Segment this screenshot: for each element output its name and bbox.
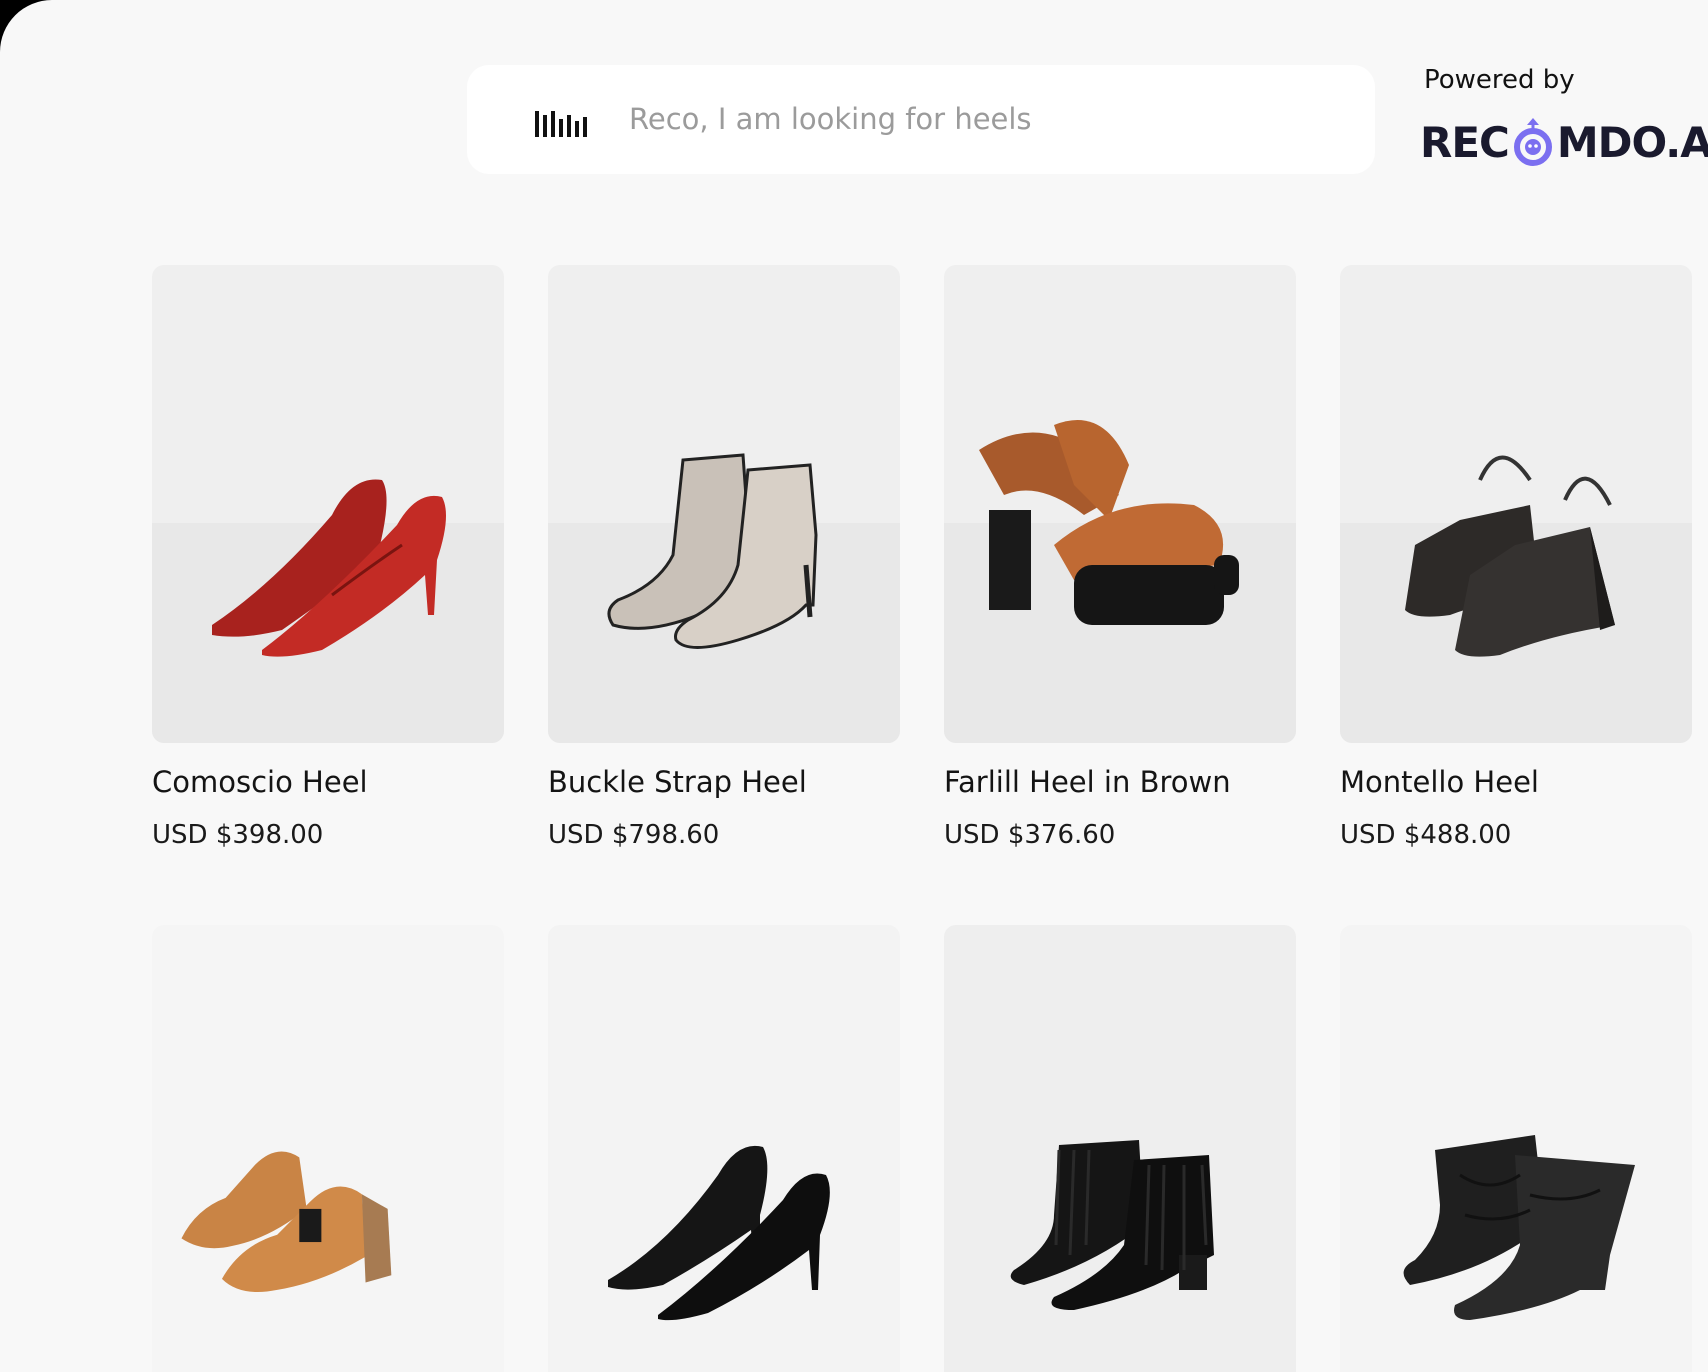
product-card[interactable]: Buckle Strap Heel USD $798.60 bbox=[548, 265, 900, 850]
brand-logo[interactable]: REC MDO.AI bbox=[1420, 112, 1708, 172]
red-pump-heel-image bbox=[212, 479, 446, 657]
app-frame: Powered by REC MDO.AI Comoscio Heel bbox=[0, 0, 1708, 1372]
search-bar[interactable] bbox=[467, 65, 1375, 174]
product-name[interactable]: Farlill Heel in Brown bbox=[944, 765, 1231, 799]
brown-platform-sandal-image bbox=[979, 420, 1239, 625]
product-image[interactable] bbox=[944, 265, 1296, 743]
black-slingback-wedge-image bbox=[1405, 455, 1615, 657]
black-pump-heel-image bbox=[608, 1145, 830, 1321]
product-image[interactable] bbox=[152, 925, 504, 1372]
product-card[interactable]: Farlill Heel in Brown USD $376.60 bbox=[944, 265, 1296, 850]
product-card[interactable] bbox=[1340, 925, 1692, 1372]
voice-waveform-icon[interactable] bbox=[533, 109, 593, 137]
brand-name-suffix: MDO.AI bbox=[1556, 117, 1708, 167]
product-image[interactable] bbox=[548, 265, 900, 743]
product-image[interactable] bbox=[1340, 925, 1692, 1372]
product-price: USD $488.00 bbox=[1340, 820, 1512, 850]
powered-by-label: Powered by bbox=[1424, 65, 1575, 95]
tan-strap-sandal-image bbox=[181, 1151, 392, 1293]
product-card[interactable] bbox=[944, 925, 1296, 1372]
product-image[interactable] bbox=[944, 925, 1296, 1372]
beige-ankle-boot-image bbox=[607, 453, 818, 649]
search-input[interactable] bbox=[629, 89, 1329, 149]
product-name[interactable]: Montello Heel bbox=[1340, 765, 1539, 799]
robot-o-icon bbox=[1513, 118, 1552, 166]
product-price: USD $376.60 bbox=[944, 820, 1116, 850]
product-price: USD $398.00 bbox=[152, 820, 324, 850]
product-name[interactable]: Comoscio Heel bbox=[152, 765, 368, 799]
brand-name-prefix: REC bbox=[1420, 117, 1510, 167]
product-image[interactable] bbox=[1340, 265, 1692, 743]
product-image[interactable] bbox=[548, 925, 900, 1372]
product-name[interactable]: Buckle Strap Heel bbox=[548, 765, 807, 799]
black-fringe-boot-image bbox=[1010, 1140, 1214, 1310]
product-card[interactable] bbox=[152, 925, 504, 1372]
product-card[interactable]: Comoscio Heel USD $398.00 bbox=[152, 265, 504, 850]
black-slouch-boot-image bbox=[1403, 1135, 1635, 1320]
product-card[interactable]: Montello Heel USD $488.00 bbox=[1340, 265, 1692, 850]
product-image[interactable] bbox=[152, 265, 504, 743]
product-price: USD $798.60 bbox=[548, 820, 720, 850]
product-card[interactable] bbox=[548, 925, 900, 1372]
